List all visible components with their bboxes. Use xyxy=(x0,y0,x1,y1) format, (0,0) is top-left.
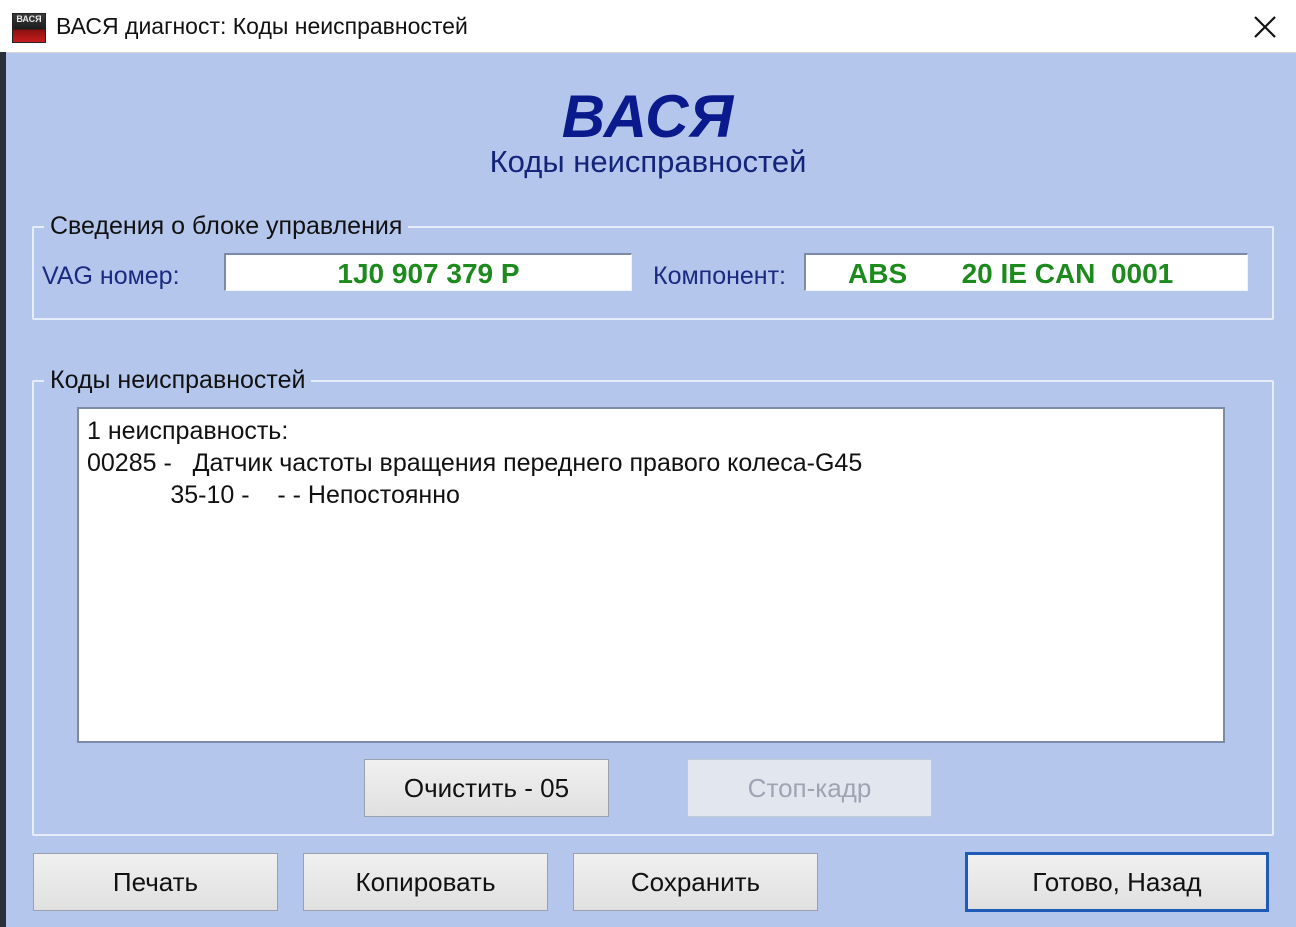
window-title: ВАСЯ диагност: Коды неисправностей xyxy=(56,13,468,39)
fault-codes-textarea[interactable]: 1 неисправность: 00285 - Датчик частоты … xyxy=(77,407,1225,743)
clear-codes-button[interactable]: Очистить - 05 xyxy=(364,759,609,817)
close-icon[interactable] xyxy=(1246,8,1284,46)
vag-number-label: VAG номер: xyxy=(42,262,180,290)
freeze-frame-button[interactable]: Стоп-кадр xyxy=(687,759,932,817)
vasya-app-icon: ВАСЯ xyxy=(12,13,46,43)
save-button[interactable]: Сохранить xyxy=(573,853,818,911)
brand-title: ВАСЯ xyxy=(561,83,735,150)
fault-code-line: 00285 - Датчик частоты вращения переднег… xyxy=(87,449,863,477)
vag-number-field[interactable]: 1J0 907 379 P xyxy=(224,253,632,291)
component-field[interactable]: ABS 20 IE CAN 0001 xyxy=(804,253,1248,291)
fault-count-line: 1 неисправность: xyxy=(87,417,289,445)
done-back-button[interactable]: Готово, Назад xyxy=(965,852,1269,912)
print-button[interactable]: Печать xyxy=(33,853,278,911)
fault-codes-legend: Коды неисправностей xyxy=(50,366,306,394)
window-edge xyxy=(0,52,6,927)
copy-button[interactable]: Копировать xyxy=(303,853,548,911)
control-unit-legend: Сведения о блоке управления xyxy=(50,212,403,240)
component-label: Компонент: xyxy=(653,262,787,290)
page-subtitle: Коды неисправностей xyxy=(489,144,807,179)
title-bar: ВАСЯ ВАСЯ диагност: Коды неисправностей xyxy=(0,0,1296,53)
fault-status-line: 35-10 - - - Непостоянно xyxy=(87,481,460,509)
